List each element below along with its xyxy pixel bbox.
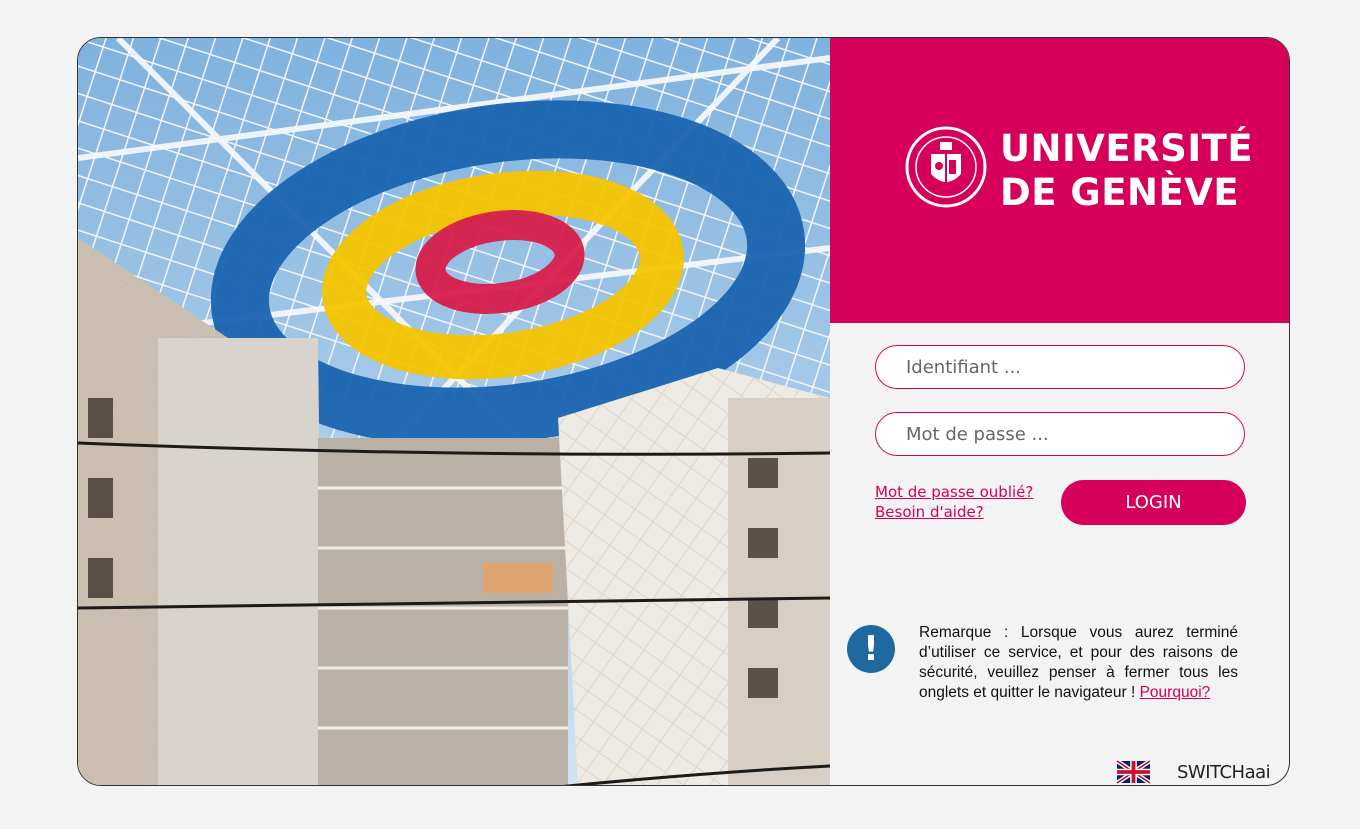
username-input[interactable]	[875, 345, 1245, 389]
university-seal-icon	[905, 126, 987, 208]
help-link[interactable]: Besoin d'aide?	[875, 502, 1033, 522]
switchaai-label: SWITCHaai	[1177, 762, 1271, 783]
exclamation-icon: !	[847, 625, 895, 673]
uk-flag-icon[interactable]	[1117, 760, 1150, 784]
security-remark: Remarque : Lorsque vous aurez terminé d’…	[919, 623, 1238, 703]
brand-header: UNIVERSITÉ DE GENÈVE	[830, 38, 1289, 323]
brand-name-line2: DE GENÈVE	[1000, 171, 1240, 214]
login-panel: UNIVERSITÉ DE GENÈVE Mot de passe oublié…	[830, 38, 1289, 785]
password-input[interactable]	[875, 412, 1245, 456]
login-button[interactable]: LOGIN	[1061, 480, 1246, 525]
brand-name-line1: UNIVERSITÉ	[1000, 127, 1254, 170]
help-links: Mot de passe oublié? Besoin d'aide?	[875, 482, 1033, 522]
forgot-password-link[interactable]: Mot de passe oublié?	[875, 482, 1033, 502]
why-link[interactable]: Pourquoi?	[1140, 684, 1211, 701]
login-card: UNIVERSITÉ DE GENÈVE Mot de passe oublié…	[77, 37, 1290, 786]
atrium-photo	[78, 38, 830, 785]
